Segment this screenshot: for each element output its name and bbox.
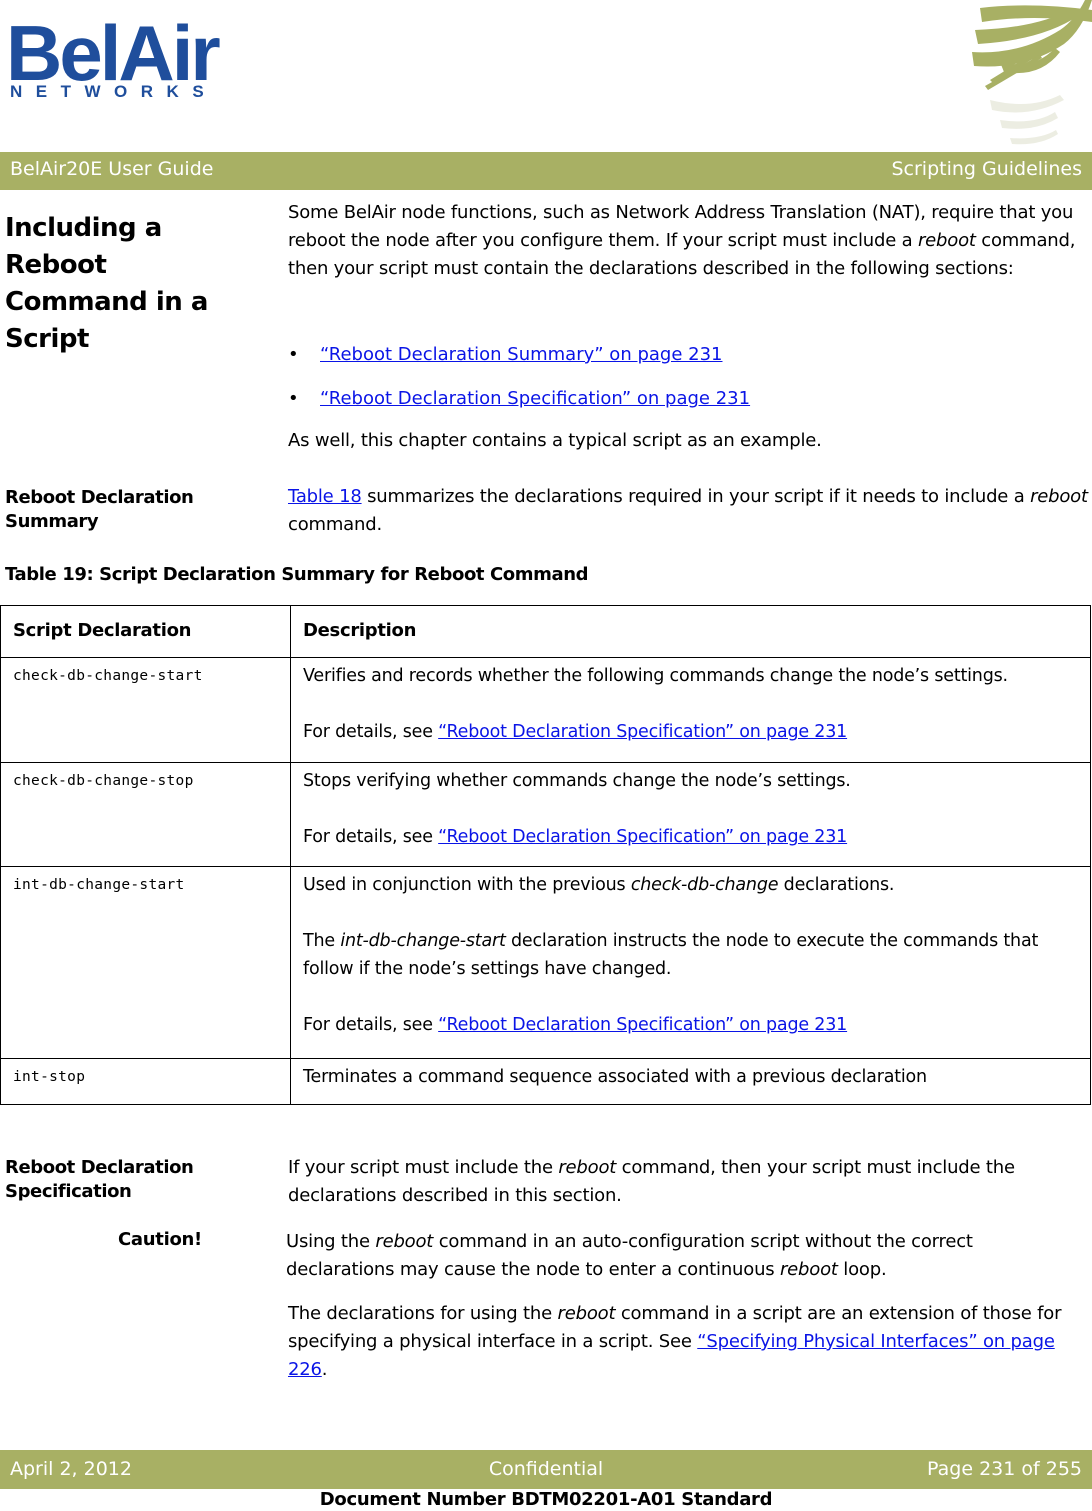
link-reboot-declaration-specification[interactable]: “Reboot Declaration Specification” on pa… — [438, 722, 847, 742]
header-guide-title: BelAir20E User Guide — [10, 158, 214, 180]
belair-logo-networks: NETWORKS — [10, 82, 218, 101]
description-text: Used in conjunction with the previous ch… — [303, 875, 895, 895]
specification-paragraph: If your script must include the reboot c… — [288, 1157, 1015, 1206]
caution-label: Caution! — [118, 1229, 202, 1250]
table-row: check-db-change-stop Stops verifying whe… — [0, 762, 1091, 867]
summary-paragraph: Table 18 summarizes the declarations req… — [288, 486, 1088, 535]
link-table-18[interactable]: Table 18 — [288, 486, 362, 507]
see-reference: For details, see “Reboot Declaration Spe… — [303, 827, 848, 847]
column-header-description: Description — [290, 605, 1091, 658]
bullet-dot: • — [288, 388, 299, 409]
declaration-table: Script Declaration Description check-db-… — [0, 605, 1091, 1105]
declaration-cell: check-db-change-stop — [0, 762, 291, 867]
section-heading-summary: Reboot Declaration Summary — [5, 487, 194, 532]
intro-paragraph: Some BelAir node functions, such as Netw… — [288, 202, 1076, 279]
belair-swoosh-logo-icon — [972, 0, 1092, 145]
extension-paragraph: The declarations for using the reboot co… — [288, 1303, 1062, 1380]
description-cell: Verifies and records whether the followi… — [290, 657, 1091, 763]
link-reboot-declaration-specification[interactable]: “Reboot Declaration Specification” on pa… — [438, 827, 847, 847]
bullet-item: • “Reboot Declaration Summary” on page 23… — [288, 341, 722, 369]
description-text: Stops verifying whether commands change … — [303, 771, 851, 791]
description-cell: Stops verifying whether commands change … — [290, 762, 1091, 867]
table-row: check-db-change-start Verifies and recor… — [0, 657, 1091, 763]
link-reboot-declaration-specification[interactable]: “Reboot Declaration Specification” on pa… — [320, 388, 750, 409]
see-reference: For details, see “Reboot Declaration Spe… — [303, 722, 848, 742]
document-number: Document Number BDTM02201-A01 Standard — [319, 1489, 773, 1510]
section-heading-including-reboot: Including a Reboot Command in a Script — [5, 213, 208, 354]
column-header-declaration: Script Declaration — [0, 605, 291, 658]
description-text: Terminates a command sequence associated… — [303, 1067, 927, 1087]
table-row: int-stop Terminates a command sequence a… — [0, 1058, 1091, 1105]
table-header-row: Script Declaration Description — [0, 605, 1091, 658]
bullet-item: • “Reboot Declaration Specification” on p… — [288, 385, 750, 413]
description-text: The int-db-change-start declaration inst… — [303, 931, 1039, 979]
bullet-dot: • — [288, 344, 299, 365]
belair-logo-wordmark: BelAir — [6, 9, 221, 97]
declaration-cell: int-db-change-start — [0, 866, 291, 1059]
caution-paragraph: Using the reboot command in an auto-conf… — [286, 1231, 973, 1280]
link-reboot-declaration-specification[interactable]: “Reboot Declaration Specification” on pa… — [438, 1015, 847, 1035]
table-title: Table 19: Script Declaration Summary for… — [5, 564, 589, 585]
outro-paragraph: As well, this chapter contains a typical… — [288, 430, 822, 451]
description-text: Verifies and records whether the followi… — [303, 666, 1008, 686]
see-reference: For details, see “Reboot Declaration Spe… — [303, 1015, 848, 1035]
table-row: int-db-change-start Used in conjunction … — [0, 866, 1091, 1059]
declaration-cell: int-stop — [0, 1058, 291, 1105]
header-chapter-title: Scripting Guidelines — [891, 158, 1082, 180]
footer-page-number: Page 231 of 255 — [927, 1458, 1082, 1480]
description-cell: Used in conjunction with the previous ch… — [290, 866, 1091, 1059]
link-reboot-declaration-summary[interactable]: “Reboot Declaration Summary” on page 231 — [320, 344, 722, 365]
section-heading-specification: Reboot Declaration Specification — [5, 1157, 194, 1202]
declaration-cell: check-db-change-start — [0, 657, 291, 763]
description-cell: Terminates a command sequence associated… — [290, 1058, 1091, 1105]
